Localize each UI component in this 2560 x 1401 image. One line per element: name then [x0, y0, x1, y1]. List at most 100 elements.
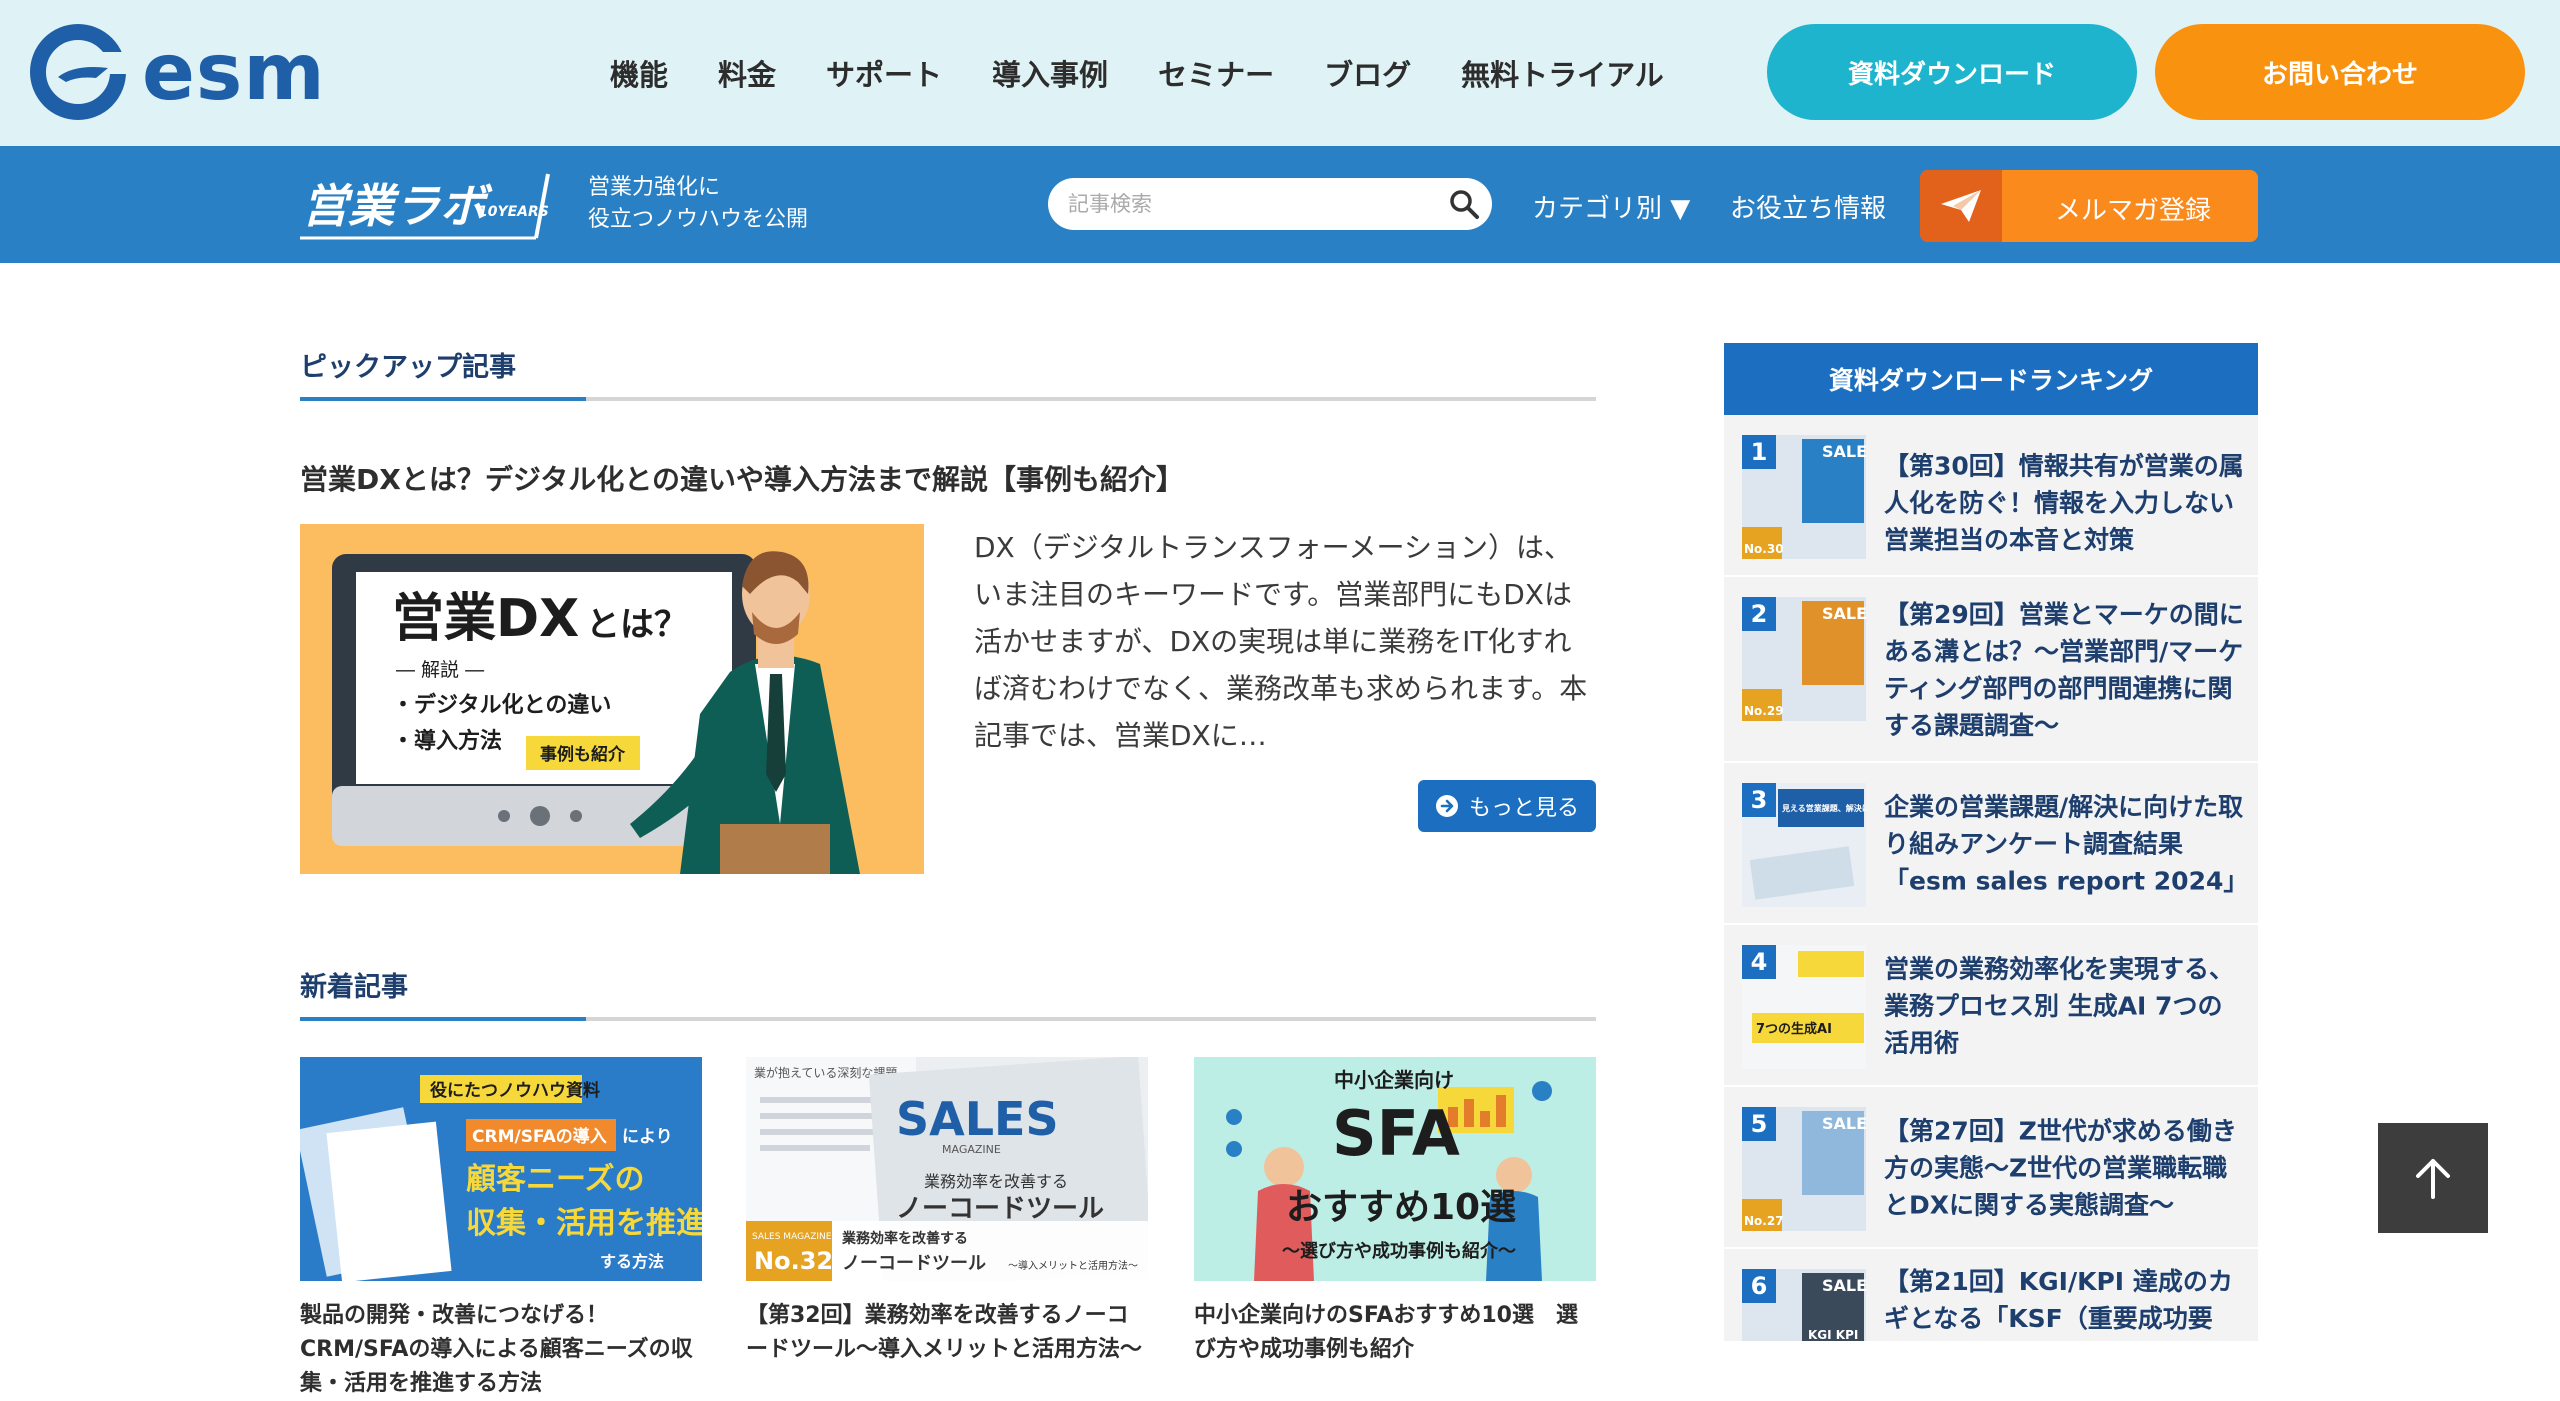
thumb-line-4: 〜選び方や成功事例も紹介〜 — [1282, 1240, 1516, 1262]
image-point-1: ・デジタル化との違い — [392, 692, 611, 718]
search-icon[interactable] — [1448, 188, 1480, 220]
download-materials-button[interactable]: 資料ダウンロード — [1767, 24, 2137, 120]
ranking-thumbnail: SALES KGI KPI 6 — [1742, 1269, 1866, 1341]
ranking-thumbnail: 見える営業課題、解決に向けた取組み 3 — [1742, 783, 1866, 907]
thumb-line-b: ノーコードツール — [896, 1194, 1104, 1224]
rank-thumb-text: 見える営業課題、解決に向けた取組み — [1781, 803, 1866, 813]
image-sub: ― 解説 ― — [396, 659, 484, 681]
thumb-brand: SALES — [896, 1092, 1059, 1146]
image-badge: 事例も紹介 — [540, 744, 626, 765]
ranking-item-title: 【第29回】営業とマーケの間にある溝とは？〜営業部門/マーケティング部門の部門間… — [1884, 600, 2244, 740]
section-divider-accent — [300, 397, 586, 401]
rank-thumb-text: 7つの生成AI — [1756, 1021, 1832, 1037]
rank-number: 6 — [1742, 1269, 1776, 1303]
article-card-title: 製品の開発・改善につなげる！CRM/SFAの導入による顧客ニーズの収集・活用を推… — [300, 1303, 693, 1396]
nav-pricing[interactable]: 料金 — [718, 52, 776, 94]
article-card-title: 【第32回】業務効率を改善するノーコードツール〜導入メリットと活用方法〜 — [746, 1303, 1143, 1362]
nav-case-studies[interactable]: 導入事例 — [992, 52, 1108, 94]
thumb-line-1: 顧客ニーズの — [466, 1162, 645, 1197]
thumb-label-b: により — [622, 1127, 673, 1147]
pickup-excerpt: DX（デジタルトランスフォーメーション）は、いま注目のキーワードです。営業部門に… — [974, 531, 1588, 752]
ranking-item-title: 【第21回】KGI/KPI 達成のカギとなる「KSF（重要成功要 — [1884, 1267, 2233, 1333]
contact-button[interactable]: お問い合わせ — [2155, 24, 2525, 120]
main-nav: 機能 料金 サポート 導入事例 セミナー ブログ 無料トライアル — [610, 52, 1714, 94]
pickup-article-title[interactable]: 営業DXとは？デジタル化との違いや導入方法まで解説【事例も紹介】 — [300, 458, 1184, 498]
ranking-thumbnail: SALES No.30 1 — [1742, 435, 1866, 559]
thumb-tail: する方法 — [600, 1252, 664, 1271]
article-card-title: 中小企業向けのSFAおすすめ10選 選び方や成功事例も紹介 — [1194, 1303, 1578, 1362]
image-headline-a: 営業DX — [392, 589, 579, 649]
paper-plane-box — [1920, 170, 2002, 242]
nav-support[interactable]: サポート — [826, 52, 942, 94]
back-to-top-button[interactable] — [2378, 1123, 2488, 1233]
ranking-thumbnail: SALES No.27 5 — [1742, 1107, 1866, 1231]
thumb-line-c: 〜導入メリットと活用方法〜 — [1008, 1259, 1138, 1272]
newsletter-signup-button[interactable]: メルマガ登録 — [1920, 170, 2258, 242]
article-thumbnail: 役にたつノウハウ資料 CRM/SFAの導入 により 顧客ニーズの 収集・活用を推… — [300, 1057, 702, 1281]
ranking-item-title: 営業の業務効率化を実現する、業務プロセス別 生成AI 7つの活用術 — [1884, 954, 2235, 1058]
nav-features[interactable]: 機能 — [610, 52, 668, 94]
article-card[interactable]: 業が抱えている深刻な課題 SALES MAGAZINE 業務効率を改善する ノー… — [746, 1057, 1148, 1362]
category-dropdown[interactable]: カテゴリ別 ▼ — [1532, 188, 1690, 225]
esm-logo-icon — [30, 24, 130, 120]
thumbnail-graphic: 業が抱えている深刻な課題 SALES MAGAZINE 業務効率を改善する ノー… — [746, 1057, 1148, 1281]
thumb-line-a: 業務効率を改善する — [924, 1172, 1068, 1191]
paper-plane-icon — [1941, 190, 1981, 222]
thumb-issue-no: No.32 — [754, 1247, 833, 1275]
newsletter-label: メルマガ登録 — [2055, 196, 2212, 226]
article-card[interactable]: 中小企業向け SFA おすすめ10選 〜選び方や成功事例も紹介〜 中小企業向けの… — [1194, 1057, 1596, 1362]
nav-free-trial[interactable]: 無料トライアル — [1461, 52, 1664, 94]
image-headline-b: とは？ — [586, 605, 688, 645]
ranking-item[interactable]: SALES No.27 5 【第27回】Z世代が求める働き方の実態〜Z世代の営業… — [1724, 1087, 2258, 1249]
article-card[interactable]: 役にたつノウハウ資料 CRM/SFAの導入 により 顧客ニーズの 収集・活用を推… — [300, 1057, 702, 1396]
sales-lab-bar: 営業ラボ 10YEARS 営業力強化に 役立つノウハウを公開 カテゴリ別 ▼ お… — [0, 146, 2560, 263]
useful-info-link[interactable]: お役立ち情報 — [1730, 188, 1886, 225]
ranking-item[interactable]: 7つの生成AI 4 営業の業務効率化を実現する、業務プロセス別 生成AI 7つの… — [1724, 925, 2258, 1087]
tagline-line-2: 役立つノウハウを公開 — [588, 207, 809, 232]
article-thumbnail: 中小企業向け SFA おすすめ10選 〜選び方や成功事例も紹介〜 — [1194, 1057, 1596, 1281]
thumb-line-a2: 業務効率を改善する — [841, 1230, 968, 1247]
thumbnail-graphic: 中小企業向け SFA おすすめ10選 〜選び方や成功事例も紹介〜 — [1194, 1057, 1596, 1281]
nav-seminars[interactable]: セミナー — [1158, 52, 1274, 94]
lab-tagline: 営業力強化に 役立つノウハウを公開 — [588, 172, 808, 236]
ranking-item[interactable]: 見える営業課題、解決に向けた取組み 3 企業の営業課題/解決に向けた取り組みアン… — [1724, 763, 2258, 925]
thumb-line-2: 収集・活用を推進 — [466, 1206, 702, 1241]
article-search — [1048, 178, 1492, 230]
rank-number: 4 — [1742, 945, 1776, 979]
ranking-item-title: 【第27回】Z世代が求める働き方の実態〜Z世代の営業職転職とDXに関する実態調査… — [1884, 1116, 2237, 1220]
ranking-heading: 資料ダウンロードランキング — [1724, 343, 2258, 415]
ranking-thumbnail: SALES No.29 2 — [1742, 597, 1866, 721]
ranking-item-title: 企業の営業課題/解決に向けた取り組みアンケート調査結果「esm sales re… — [1884, 792, 2249, 896]
rank-thumb-issue: No.29 — [1744, 704, 1784, 718]
rank-number: 5 — [1742, 1107, 1776, 1141]
thumb-brand-sub: MAGAZINE — [942, 1143, 1001, 1156]
latest-section-header: 新着記事 — [300, 965, 1596, 1023]
thumb-line-b2: ノーコードツール — [842, 1253, 986, 1274]
rank-thumb-issue: KGI KPI — [1808, 1328, 1858, 1341]
thumb-tag: 役にたつノウハウ資料 — [430, 1080, 600, 1101]
thumb-label-a: CRM/SFAの導入 — [472, 1126, 607, 1147]
nav-blog[interactable]: ブログ — [1324, 52, 1411, 94]
read-more-button[interactable]: もっと見る — [1418, 780, 1596, 832]
ranking-item[interactable]: SALES KGI KPI 6 【第21回】KGI/KPI 達成のカギとなる「K… — [1724, 1249, 2258, 1341]
section-divider-accent — [300, 1017, 586, 1021]
image-point-2: ・導入方法 — [392, 728, 502, 754]
rank-thumb-issue: No.27 — [1744, 1214, 1784, 1228]
thumb-line-3: おすすめ10選 — [1286, 1187, 1516, 1228]
ranking-item[interactable]: SALES No.29 2 【第29回】営業とマーケの間にある溝とは？〜営業部門… — [1724, 577, 2258, 763]
site-header: esm 機能 料金 サポート 導入事例 セミナー ブログ 無料トライアル 資料ダ… — [0, 0, 2560, 146]
pickup-illustration: 営業DX とは？ ― 解説 ― ・デジタル化との違い ・導入方法 事例も紹介 — [332, 551, 860, 874]
sales-lab-logo[interactable]: 営業ラボ 10YEARS — [300, 166, 570, 246]
latest-heading: 新着記事 — [300, 972, 408, 1003]
thumbnail-graphic: 役にたつノウハウ資料 CRM/SFAの導入 により 顧客ニーズの 収集・活用を推… — [300, 1075, 702, 1281]
logo-wordmark: esm — [142, 28, 326, 118]
thumb-line-2: SFA — [1332, 1097, 1460, 1170]
sales-lab-logo-text: 営業ラボ — [302, 179, 493, 233]
tagline-line-1: 営業力強化に — [588, 175, 721, 200]
search-input[interactable] — [1068, 186, 1428, 222]
ranking-item[interactable]: SALES No.30 1 【第30回】情報共有が営業の属人化を防ぐ！情報を入力… — [1724, 415, 2258, 577]
article-thumbnail: 業が抱えている深刻な課題 SALES MAGAZINE 業務効率を改善する ノー… — [746, 1057, 1148, 1281]
pickup-article-image[interactable]: 営業DX とは？ ― 解説 ― ・デジタル化との違い ・導入方法 事例も紹介 — [300, 524, 924, 874]
thumb-line-1: 中小企業向け — [1334, 1068, 1454, 1092]
esm-logo[interactable]: esm — [30, 22, 330, 122]
